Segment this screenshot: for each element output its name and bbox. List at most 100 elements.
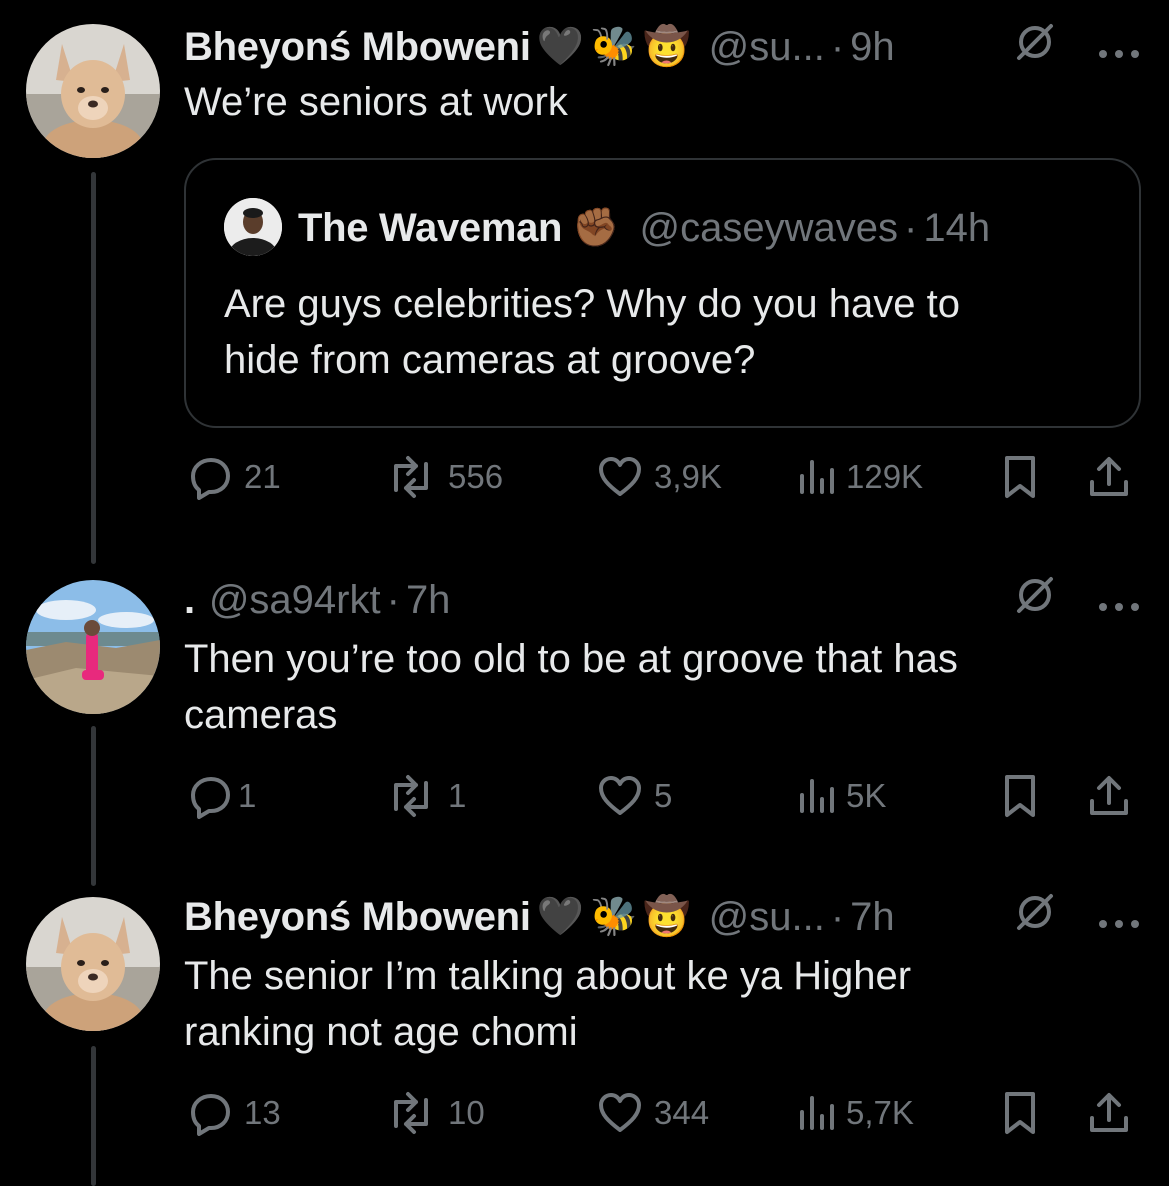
share-icon <box>1090 457 1128 496</box>
quote-header: The Waveman ✊🏾 @caseywaves · 14h <box>298 200 990 256</box>
quote-handle: @caseywaves <box>639 205 898 250</box>
separator-dot: · <box>386 577 400 622</box>
reply-icon <box>191 1094 230 1136</box>
views-button[interactable]: 129K <box>796 452 923 502</box>
repost-button[interactable]: 1 <box>384 771 466 821</box>
views-icon <box>800 1096 834 1130</box>
views-icon <box>800 779 834 813</box>
header-actions <box>1013 575 1141 625</box>
raised-fist-icon: ✊🏾 <box>572 207 620 249</box>
views-button[interactable]: 5K <box>796 771 886 821</box>
tweet-header: . @sa94rkt · 7h <box>184 575 1141 625</box>
repost-count: 1 <box>448 777 467 814</box>
action-bar: 13 10 344 5,7K <box>188 1088 1141 1138</box>
bee-icon: 🐝 <box>589 896 638 938</box>
bee-icon: 🐝 <box>589 26 638 68</box>
heart-icon <box>599 1093 641 1132</box>
share-button[interactable] <box>1086 1088 1132 1138</box>
action-bar: 21 556 3,9K 129K <box>188 452 1141 502</box>
repost-button[interactable]: 10 <box>384 1088 485 1138</box>
share-icon <box>1090 776 1128 815</box>
tweet-header: Bheyonś Mboweni 🖤 🐝 🤠 @su... · 7h <box>184 892 1141 942</box>
header-actions <box>1013 892 1141 942</box>
tweet-text: The senior I’m talking about ke ya Highe… <box>184 954 912 1054</box>
bookmark-button[interactable] <box>1000 1088 1040 1138</box>
bookmark-icon <box>1005 456 1035 498</box>
avatar[interactable] <box>26 580 160 714</box>
quote-timestamp: 14h <box>923 205 991 250</box>
tweet-header: Bheyonś Mboweni 🖤 🐝 🤠 @su... · 9h <box>184 22 1141 72</box>
grok-icon[interactable] <box>1013 20 1057 74</box>
like-button[interactable]: 5 <box>596 771 672 821</box>
tweet[interactable]: Bheyonś Mboweni 🖤 🐝 🤠 @su... · 9h We’re … <box>184 22 1141 502</box>
display-name[interactable]: . <box>184 578 195 623</box>
views-button[interactable]: 5,7K <box>796 1088 914 1138</box>
tweet-text: Then you’re too old to be at groove that… <box>184 637 958 737</box>
like-button[interactable]: 344 <box>596 1088 709 1138</box>
bookmark-button[interactable] <box>1000 771 1040 821</box>
bookmark-button[interactable] <box>1000 452 1040 502</box>
black-heart-icon: 🖤 <box>536 26 584 68</box>
grok-icon[interactable] <box>1013 573 1057 627</box>
views-count: 5K <box>846 777 887 814</box>
bookmark-icon <box>1005 1092 1035 1134</box>
quote-display-name: The Waveman <box>298 205 563 250</box>
separator-dot: · <box>830 24 845 69</box>
like-count: 3,9K <box>654 458 722 495</box>
timestamp[interactable]: 9h <box>850 25 895 70</box>
reply-button[interactable]: 1 <box>188 771 256 821</box>
separator-dot: · <box>830 894 845 939</box>
handle[interactable]: @su... <box>709 25 825 70</box>
quoted-tweet[interactable]: The Waveman ✊🏾 @caseywaves · 14h Are guy… <box>184 158 1141 428</box>
cowboy-face-icon: 🤠 <box>643 26 691 68</box>
black-heart-icon: 🖤 <box>536 896 584 938</box>
repost-button[interactable]: 556 <box>384 452 503 502</box>
avatar[interactable] <box>26 24 160 158</box>
thread-connector-3 <box>91 1046 96 1186</box>
like-count: 344 <box>654 1094 710 1131</box>
repost-icon <box>394 456 428 498</box>
more-icon[interactable] <box>1097 25 1141 70</box>
separator-dot: · <box>904 205 918 250</box>
reply-button[interactable]: 21 <box>188 452 281 502</box>
share-icon <box>1090 1093 1128 1132</box>
share-button[interactable] <box>1086 771 1132 821</box>
tweet[interactable]: Bheyonś Mboweni 🖤 🐝 🤠 @su... · 7h The se… <box>184 892 1141 1152</box>
thread-connector-1 <box>91 172 96 564</box>
more-icon[interactable] <box>1097 578 1141 623</box>
display-name[interactable]: Bheyonś Mboweni <box>184 25 531 70</box>
repost-icon <box>394 775 428 817</box>
bookmark-icon <box>1005 775 1035 817</box>
reply-count: 13 <box>244 1094 281 1131</box>
share-button[interactable] <box>1086 452 1132 502</box>
repost-count: 10 <box>448 1094 485 1131</box>
repost-count: 556 <box>448 458 504 495</box>
heart-icon <box>599 457 641 496</box>
action-bar: 1 1 5 5K <box>188 771 1141 821</box>
handle[interactable]: @su... <box>709 895 825 940</box>
handle[interactable]: @sa94rkt <box>209 578 381 623</box>
reply-count: 21 <box>244 458 281 495</box>
views-icon <box>800 460 834 494</box>
avatar[interactable] <box>26 897 160 1031</box>
timestamp[interactable]: 7h <box>406 578 451 623</box>
more-icon[interactable] <box>1097 895 1141 940</box>
display-name[interactable]: Bheyonś Mboweni <box>184 895 531 940</box>
views-count: 129K <box>846 458 924 495</box>
reply-button[interactable]: 13 <box>188 1088 281 1138</box>
like-button[interactable]: 3,9K <box>596 452 722 502</box>
heart-icon <box>599 776 641 815</box>
quote-text: Are guys celebrities? Why do you have to… <box>224 282 960 382</box>
reply-count: 1 <box>238 777 257 814</box>
quote-avatar <box>224 198 282 256</box>
tweet[interactable]: . @sa94rkt · 7h Then you’re too old to b… <box>184 575 1141 835</box>
like-count: 5 <box>654 777 673 814</box>
header-actions <box>1013 22 1141 72</box>
grok-icon[interactable] <box>1013 890 1057 944</box>
views-count: 5,7K <box>846 1094 914 1131</box>
timestamp[interactable]: 7h <box>850 895 895 940</box>
thread-connector-2 <box>91 726 96 886</box>
repost-icon <box>394 1092 428 1134</box>
cowboy-face-icon: 🤠 <box>643 896 691 938</box>
reply-icon <box>191 777 230 819</box>
